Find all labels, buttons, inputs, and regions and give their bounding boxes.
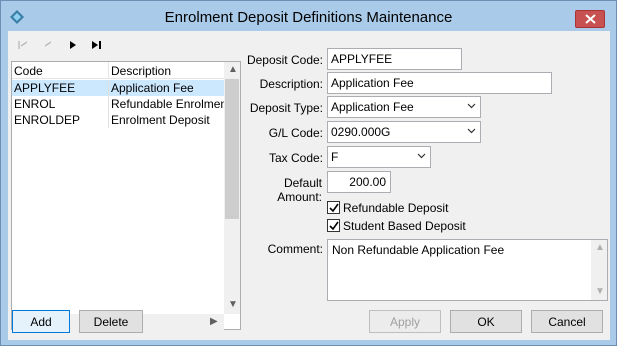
add-button[interactable]: Add [12, 310, 70, 333]
last-record-icon [92, 41, 101, 49]
row-description: Enrolment Deposit [111, 113, 210, 127]
column-header-code[interactable]: Code [14, 64, 43, 78]
chevron-down-icon [467, 103, 476, 109]
gl-code-value: 0290.000G [331, 125, 391, 139]
list-row[interactable]: ENROL Refundable Enrolment Deposit [12, 96, 224, 112]
delete-button[interactable]: Delete [79, 310, 143, 333]
description-label: Description: [259, 77, 323, 91]
tax-code-label: Tax Code: [268, 151, 323, 165]
scroll-up-icon[interactable]: ▲ [595, 242, 605, 253]
record-navigation-toolbar [8, 34, 248, 56]
tax-code-value: F [331, 150, 339, 164]
student-based-deposit-checkbox[interactable]: Student Based Deposit [327, 218, 487, 234]
title-bar[interactable]: Enrolment Deposit Definitions Maintenanc… [1, 1, 616, 31]
apply-button[interactable]: Apply [369, 310, 441, 333]
checkmark-icon [329, 221, 339, 231]
list-row[interactable]: ENROLDEP Enrolment Deposit [12, 112, 224, 128]
column-header-description[interactable]: Description [111, 64, 171, 78]
deposit-code-field[interactable]: APPLYFEE [327, 48, 462, 70]
tax-code-dropdown[interactable]: F [327, 146, 431, 168]
dialog-body: Code Description APPLYFEE Application Fe… [8, 31, 610, 340]
default-amount-field[interactable]: 200.00 [327, 171, 391, 193]
vertical-scroll-thumb[interactable] [225, 79, 239, 219]
checkbox-box [327, 201, 340, 214]
row-description: Application Fee [111, 81, 194, 95]
deposit-type-dropdown[interactable]: Application Fee [327, 96, 481, 118]
deposit-list[interactable]: Code Description APPLYFEE Application Fe… [11, 61, 241, 330]
gl-code-label: G/L Code: [268, 126, 323, 140]
chevron-down-icon [417, 153, 426, 159]
scroll-right-icon[interactable]: ▶ [210, 316, 218, 327]
window-title: Enrolment Deposit Definitions Maintenanc… [164, 9, 453, 26]
scroll-down-icon[interactable]: ▼ [595, 286, 605, 297]
cancel-button[interactable]: Cancel [531, 310, 603, 333]
refundable-deposit-label: Refundable Deposit [343, 201, 449, 215]
next-record-button[interactable] [62, 36, 84, 54]
checkbox-box [327, 219, 340, 232]
close-icon [585, 14, 596, 24]
previous-record-button[interactable] [36, 36, 58, 54]
student-based-deposit-label: Student Based Deposit [343, 219, 466, 233]
list-header: Code Description [12, 62, 224, 79]
row-code: ENROL [14, 97, 56, 111]
deposit-code-label: Deposit Code: [246, 53, 323, 67]
row-description: Refundable Enrolment Deposit [111, 97, 224, 111]
first-record-icon [18, 41, 28, 49]
next-record-icon [70, 41, 76, 49]
list-row[interactable]: APPLYFEE Application Fee [12, 80, 224, 96]
dialog-window: Enrolment Deposit Definitions Maintenanc… [0, 0, 617, 346]
deposit-type-value: Application Fee [331, 100, 414, 114]
refundable-deposit-checkbox[interactable]: Refundable Deposit [327, 200, 467, 216]
row-code: APPLYFEE [14, 81, 76, 95]
scroll-down-icon[interactable]: ▼ [228, 299, 238, 310]
comment-scrollbar[interactable]: ▲ ▼ [591, 240, 607, 300]
description-field[interactable]: Application Fee [327, 72, 552, 94]
close-button[interactable] [575, 10, 605, 28]
default-amount-label: Default Amount: [277, 176, 322, 204]
deposit-type-label: Deposit Type: [249, 101, 323, 115]
comment-label: Comment: [267, 242, 323, 256]
gl-code-dropdown[interactable]: 0290.000G [327, 121, 481, 143]
comment-textarea[interactable]: Non Refundable Application Fee ▲ ▼ [327, 239, 608, 301]
ok-button[interactable]: OK [450, 310, 522, 333]
list-vertical-scrollbar[interactable]: ▲ ▼ [224, 62, 240, 314]
chevron-down-icon [467, 128, 476, 134]
previous-record-icon [44, 41, 52, 47]
comment-text: Non Refundable Application Fee [332, 243, 505, 257]
checkmark-icon [329, 203, 339, 213]
row-code: ENROLDEP [14, 113, 81, 127]
first-record-button[interactable] [12, 36, 34, 54]
last-record-button[interactable] [86, 36, 108, 54]
